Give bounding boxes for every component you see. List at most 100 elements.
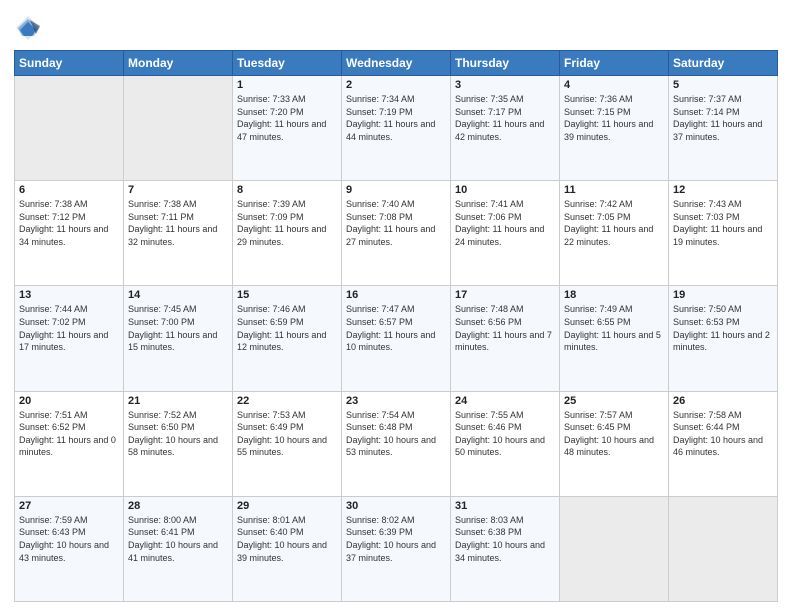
day-info: Sunrise: 7:43 AM Sunset: 7:03 PM Dayligh… [673, 198, 773, 248]
day-cell: 9 Sunrise: 7:40 AM Sunset: 7:08 PM Daylig… [342, 181, 451, 286]
day-cell: 11Sunrise: 7:42 AM Sunset: 7:05 PM Dayli… [560, 181, 669, 286]
day-cell: 3 Sunrise: 7:35 AM Sunset: 7:17 PM Daylig… [451, 76, 560, 181]
day-number: 31 [455, 500, 555, 512]
day-number: 21 [128, 395, 228, 407]
day-number: 23 [346, 395, 446, 407]
day-cell: 13 Sunrise: 7:44 AM Sunset: 7:02 PM Dayli… [15, 286, 124, 391]
day-cell: 8 Sunrise: 7:39 AM Sunset: 7:09 PM Daylig… [233, 181, 342, 286]
day-number: 7 [128, 184, 228, 196]
day-info: Sunrise: 7:36 AM Sunset: 7:15 PM Dayligh… [564, 93, 664, 143]
day-info: Sunrise: 7:34 AM Sunset: 7:19 PM Dayligh… [346, 93, 446, 143]
weekday-header-wednesday: Wednesday [342, 51, 451, 76]
day-info: Sunrise: 8:00 AM Sunset: 6:41 PM Dayligh… [128, 514, 228, 564]
day-number: 24 [455, 395, 555, 407]
day-info: Sunrise: 7:57 AM Sunset: 6:45 PM Dayligh… [564, 409, 664, 459]
day-cell: 17Sunrise: 7:48 AM Sunset: 6:56 PM Dayli… [451, 286, 560, 391]
day-number: 10 [455, 184, 555, 196]
day-number: 19 [673, 289, 773, 301]
day-cell: 6 Sunrise: 7:38 AM Sunset: 7:12 PM Daylig… [15, 181, 124, 286]
day-cell: 18 Sunrise: 7:49 AM Sunset: 6:55 PM Dayli… [560, 286, 669, 391]
day-cell: 2 Sunrise: 7:34 AM Sunset: 7:19 PM Daylig… [342, 76, 451, 181]
day-cell: 7 Sunrise: 7:38 AM Sunset: 7:11 PM Daylig… [124, 181, 233, 286]
day-info: Sunrise: 7:38 AM Sunset: 7:12 PM Dayligh… [19, 198, 119, 248]
day-cell: 1Sunrise: 7:33 AM Sunset: 7:20 PM Daylig… [233, 76, 342, 181]
day-number: 28 [128, 500, 228, 512]
day-number: 27 [19, 500, 119, 512]
calendar-table: SundayMondayTuesdayWednesdayThursdayFrid… [14, 50, 778, 602]
day-info: Sunrise: 7:48 AM Sunset: 6:56 PM Dayligh… [455, 303, 555, 353]
day-info: Sunrise: 7:46 AM Sunset: 6:59 PM Dayligh… [237, 303, 337, 353]
day-number: 6 [19, 184, 119, 196]
day-number: 8 [237, 184, 337, 196]
day-number: 20 [19, 395, 119, 407]
day-number: 13 [19, 289, 119, 301]
day-number: 4 [564, 79, 664, 91]
day-number: 15 [237, 289, 337, 301]
day-info: Sunrise: 7:59 AM Sunset: 6:43 PM Dayligh… [19, 514, 119, 564]
weekday-header-tuesday: Tuesday [233, 51, 342, 76]
day-info: Sunrise: 7:52 AM Sunset: 6:50 PM Dayligh… [128, 409, 228, 459]
day-number: 3 [455, 79, 555, 91]
day-cell: 27 Sunrise: 7:59 AM Sunset: 6:43 PM Dayli… [15, 496, 124, 601]
week-row-2: 6 Sunrise: 7:38 AM Sunset: 7:12 PM Daylig… [15, 181, 778, 286]
day-info: Sunrise: 7:35 AM Sunset: 7:17 PM Dayligh… [455, 93, 555, 143]
day-info: Sunrise: 7:39 AM Sunset: 7:09 PM Dayligh… [237, 198, 337, 248]
day-info: Sunrise: 7:33 AM Sunset: 7:20 PM Dayligh… [237, 93, 337, 143]
day-cell: 21 Sunrise: 7:52 AM Sunset: 6:50 PM Dayli… [124, 391, 233, 496]
day-info: Sunrise: 7:38 AM Sunset: 7:11 PM Dayligh… [128, 198, 228, 248]
weekday-header-saturday: Saturday [669, 51, 778, 76]
week-row-1: 1Sunrise: 7:33 AM Sunset: 7:20 PM Daylig… [15, 76, 778, 181]
day-cell: 24 Sunrise: 7:55 AM Sunset: 6:46 PM Dayli… [451, 391, 560, 496]
day-cell: 31 Sunrise: 8:03 AM Sunset: 6:38 PM Dayli… [451, 496, 560, 601]
day-cell: 12Sunrise: 7:43 AM Sunset: 7:03 PM Dayli… [669, 181, 778, 286]
day-info: Sunrise: 8:03 AM Sunset: 6:38 PM Dayligh… [455, 514, 555, 564]
day-info: Sunrise: 7:42 AM Sunset: 7:05 PM Dayligh… [564, 198, 664, 248]
day-info: Sunrise: 7:55 AM Sunset: 6:46 PM Dayligh… [455, 409, 555, 459]
day-cell: 28 Sunrise: 8:00 AM Sunset: 6:41 PM Dayli… [124, 496, 233, 601]
day-number: 30 [346, 500, 446, 512]
day-info: Sunrise: 7:40 AM Sunset: 7:08 PM Dayligh… [346, 198, 446, 248]
day-info: Sunrise: 7:41 AM Sunset: 7:06 PM Dayligh… [455, 198, 555, 248]
day-cell [560, 496, 669, 601]
weekday-header-friday: Friday [560, 51, 669, 76]
day-cell: 25 Sunrise: 7:57 AM Sunset: 6:45 PM Dayli… [560, 391, 669, 496]
day-number: 22 [237, 395, 337, 407]
day-number: 26 [673, 395, 773, 407]
day-info: Sunrise: 7:44 AM Sunset: 7:02 PM Dayligh… [19, 303, 119, 353]
day-cell: 14Sunrise: 7:45 AM Sunset: 7:00 PM Dayli… [124, 286, 233, 391]
day-number: 25 [564, 395, 664, 407]
day-cell [669, 496, 778, 601]
day-info: Sunrise: 7:49 AM Sunset: 6:55 PM Dayligh… [564, 303, 664, 353]
day-cell: 19 Sunrise: 7:50 AM Sunset: 6:53 PM Dayli… [669, 286, 778, 391]
day-cell: 10 Sunrise: 7:41 AM Sunset: 7:06 PM Dayli… [451, 181, 560, 286]
day-cell: 23 Sunrise: 7:54 AM Sunset: 6:48 PM Dayli… [342, 391, 451, 496]
calendar-body: 1Sunrise: 7:33 AM Sunset: 7:20 PM Daylig… [15, 76, 778, 602]
day-info: Sunrise: 7:37 AM Sunset: 7:14 PM Dayligh… [673, 93, 773, 143]
day-number: 18 [564, 289, 664, 301]
day-cell: 15 Sunrise: 7:46 AM Sunset: 6:59 PM Dayli… [233, 286, 342, 391]
day-number: 2 [346, 79, 446, 91]
day-cell: 29Sunrise: 8:01 AM Sunset: 6:40 PM Dayli… [233, 496, 342, 601]
weekday-header-sunday: Sunday [15, 51, 124, 76]
day-cell: 20 Sunrise: 7:51 AM Sunset: 6:52 PM Dayli… [15, 391, 124, 496]
day-info: Sunrise: 7:47 AM Sunset: 6:57 PM Dayligh… [346, 303, 446, 353]
day-info: Sunrise: 7:51 AM Sunset: 6:52 PM Dayligh… [19, 409, 119, 459]
day-info: Sunrise: 7:54 AM Sunset: 6:48 PM Dayligh… [346, 409, 446, 459]
day-cell: 30 Sunrise: 8:02 AM Sunset: 6:39 PM Dayli… [342, 496, 451, 601]
calendar-header: SundayMondayTuesdayWednesdayThursdayFrid… [15, 51, 778, 76]
logo [14, 14, 44, 42]
day-cell: 16 Sunrise: 7:47 AM Sunset: 6:57 PM Dayli… [342, 286, 451, 391]
week-row-4: 20 Sunrise: 7:51 AM Sunset: 6:52 PM Dayli… [15, 391, 778, 496]
day-info: Sunrise: 7:58 AM Sunset: 6:44 PM Dayligh… [673, 409, 773, 459]
day-number: 9 [346, 184, 446, 196]
day-number: 16 [346, 289, 446, 301]
day-number: 5 [673, 79, 773, 91]
day-cell: 5 Sunrise: 7:37 AM Sunset: 7:14 PM Daylig… [669, 76, 778, 181]
day-info: Sunrise: 7:45 AM Sunset: 7:00 PM Dayligh… [128, 303, 228, 353]
day-number: 29 [237, 500, 337, 512]
week-row-3: 13 Sunrise: 7:44 AM Sunset: 7:02 PM Dayli… [15, 286, 778, 391]
day-cell [15, 76, 124, 181]
day-info: Sunrise: 7:50 AM Sunset: 6:53 PM Dayligh… [673, 303, 773, 353]
day-info: Sunrise: 8:02 AM Sunset: 6:39 PM Dayligh… [346, 514, 446, 564]
weekday-header-thursday: Thursday [451, 51, 560, 76]
